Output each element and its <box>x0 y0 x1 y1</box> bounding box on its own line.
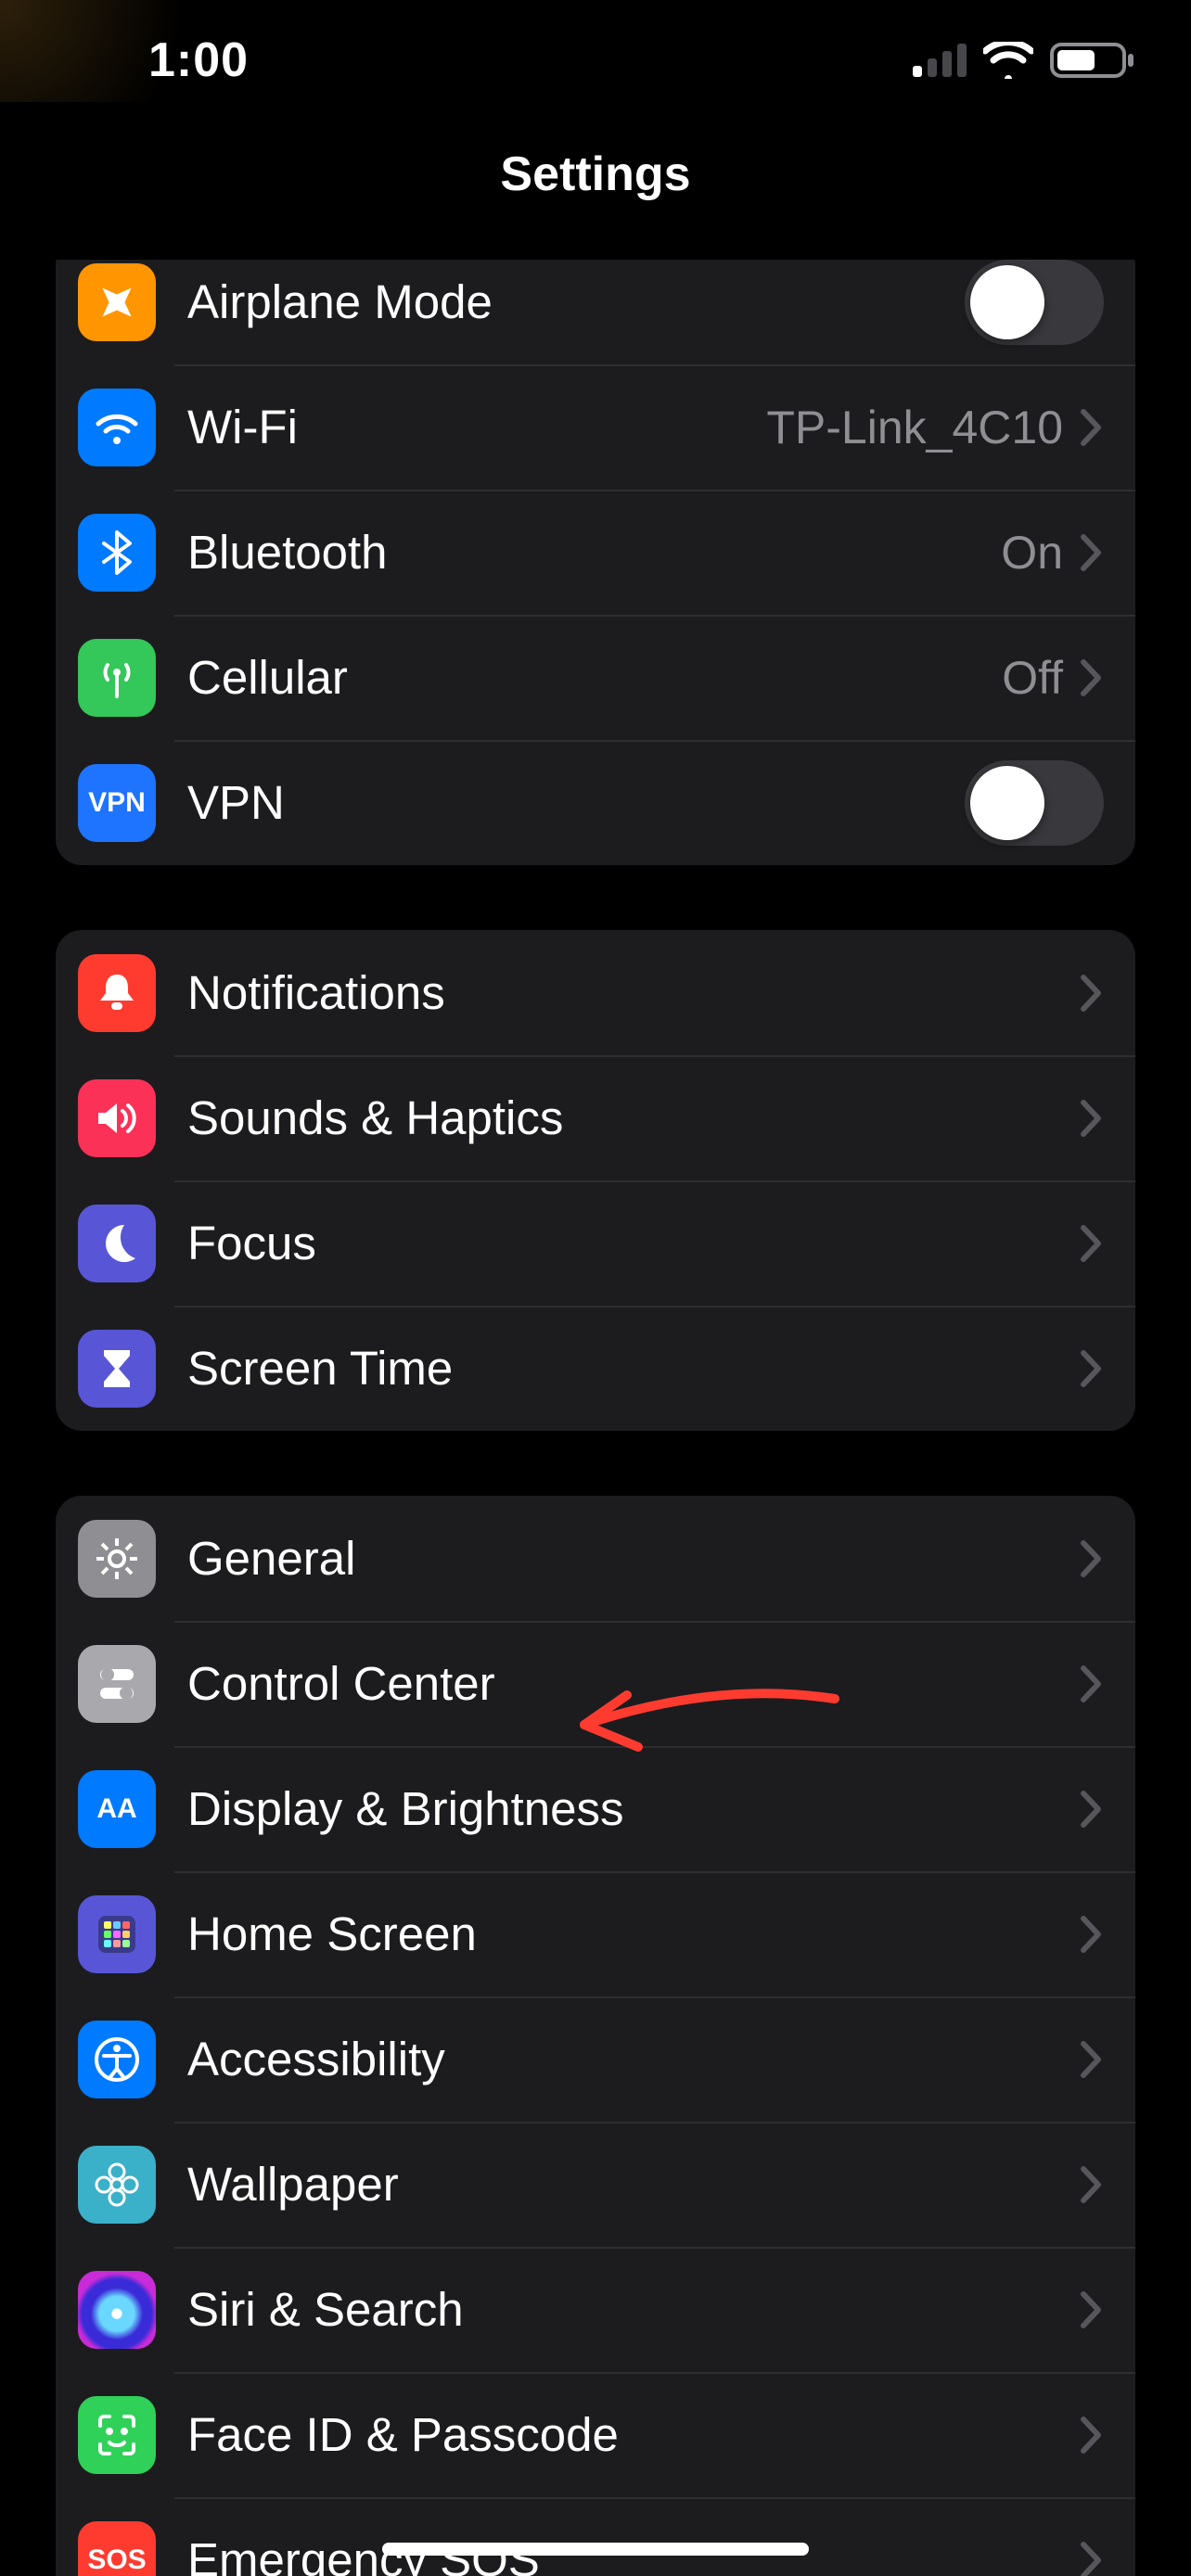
grid-icon <box>78 1895 156 1973</box>
chevron-right-icon <box>1078 1790 1104 1829</box>
bluetooth-icon <box>78 514 156 592</box>
nav-bar: Settings <box>0 121 1191 260</box>
settings-section-general: General Control Center AA Display & Brightn… <box>56 1496 1135 2576</box>
textsize-icon: AA <box>78 1770 156 1848</box>
siri-icon <box>78 2271 156 2349</box>
cellular-icon <box>913 44 967 77</box>
settings-row-focus[interactable]: Focus <box>56 1180 1135 1306</box>
flower-icon <box>78 2146 156 2224</box>
toggle-switch[interactable] <box>965 760 1104 846</box>
row-label: Bluetooth <box>187 525 1001 580</box>
settings-row-sos[interactable]: SOSEmergency SOS <box>56 2497 1135 2576</box>
settings-row-wallpaper[interactable]: Wallpaper <box>56 2122 1135 2247</box>
settings-row-controlcenter[interactable]: Control Center <box>56 1621 1135 1746</box>
row-label: Wi-Fi <box>187 400 766 454</box>
page-title: Settings <box>500 147 690 202</box>
row-label: Focus <box>187 1216 1078 1270</box>
row-label: Siri & Search <box>187 2282 1078 2337</box>
settings-row-screentime[interactable]: Screen Time <box>56 1306 1135 1431</box>
bell-icon <box>78 954 156 1032</box>
vpn-icon: VPN <box>78 764 156 842</box>
row-value: Off <box>1002 651 1063 705</box>
chevron-right-icon <box>1078 1915 1104 1954</box>
row-label: Home Screen <box>187 1906 1078 1961</box>
settings-section-alerts: Notifications Sounds & Haptics Focus Screen… <box>56 930 1135 1431</box>
settings-row-bluetooth[interactable]: BluetoothOn <box>56 490 1135 615</box>
toggles-icon <box>78 1645 156 1723</box>
battery-icon <box>1050 41 1135 80</box>
status-bar: 1:00 <box>0 0 1191 121</box>
speaker-icon <box>78 1079 156 1157</box>
settings-row-general[interactable]: General <box>56 1496 1135 1621</box>
chevron-right-icon <box>1078 2541 1104 2576</box>
row-label: Cellular <box>187 650 1002 705</box>
chevron-right-icon <box>1078 974 1104 1013</box>
hourglass-icon <box>78 1330 156 1408</box>
row-label: Airplane Mode <box>187 274 965 329</box>
row-label: Face ID & Passcode <box>187 2407 1078 2462</box>
settings-row-cellular[interactable]: CellularOff <box>56 615 1135 740</box>
settings-row-faceid[interactable]: Face ID & Passcode <box>56 2372 1135 2497</box>
chevron-right-icon <box>1078 2040 1104 2079</box>
chevron-right-icon <box>1078 658 1104 697</box>
faceid-icon <box>78 2396 156 2474</box>
home-indicator <box>382 2543 809 2556</box>
status-time: 1:00 <box>148 32 249 88</box>
settings-section-connectivity: Airplane ModeWi-FiTP-Link_4C10BluetoothO… <box>56 260 1135 865</box>
toggle-switch[interactable] <box>965 260 1104 345</box>
row-label: Display & Brightness <box>187 1781 1078 1836</box>
chevron-right-icon <box>1078 1539 1104 1578</box>
settings-row-accessibility[interactable]: Accessibility <box>56 1996 1135 2122</box>
settings-row-notifications[interactable]: Notifications <box>56 930 1135 1055</box>
row-label: Notifications <box>187 965 1078 1020</box>
row-label: VPN <box>187 775 965 830</box>
chevron-right-icon <box>1078 2416 1104 2455</box>
row-label: Screen Time <box>187 1341 1078 1396</box>
chevron-right-icon <box>1078 1664 1104 1703</box>
row-label: General <box>187 1531 1078 1586</box>
row-label: Sounds & Haptics <box>187 1090 1078 1145</box>
settings-row-airplane[interactable]: Airplane Mode <box>56 260 1135 364</box>
settings-row-vpn[interactable]: VPN VPN <box>56 740 1135 865</box>
settings-row-wifi[interactable]: Wi-FiTP-Link_4C10 <box>56 364 1135 490</box>
gear-icon <box>78 1520 156 1598</box>
chevron-right-icon <box>1078 2290 1104 2329</box>
moon-icon <box>78 1205 156 1282</box>
settings-row-sounds[interactable]: Sounds & Haptics <box>56 1055 1135 1180</box>
airplane-icon <box>78 263 156 341</box>
row-value: TP-Link_4C10 <box>766 401 1063 454</box>
wifi-icon <box>78 389 156 466</box>
settings-row-homescreen[interactable]: Home Screen <box>56 1871 1135 1996</box>
chevron-right-icon <box>1078 2165 1104 2204</box>
row-value: On <box>1001 526 1063 580</box>
accessibility-icon <box>78 2021 156 2098</box>
chevron-right-icon <box>1078 1349 1104 1388</box>
chevron-right-icon <box>1078 533 1104 572</box>
chevron-right-icon <box>1078 1099 1104 1138</box>
sos-icon: SOS <box>78 2521 156 2576</box>
settings-row-siri[interactable]: Siri & Search <box>56 2247 1135 2372</box>
chevron-right-icon <box>1078 408 1104 447</box>
row-label: Wallpaper <box>187 2157 1078 2212</box>
wifi-status-icon <box>983 42 1033 79</box>
settings-scroll[interactable]: Airplane ModeWi-FiTP-Link_4C10BluetoothO… <box>0 260 1191 2576</box>
row-label: Control Center <box>187 1656 1078 1711</box>
antenna-icon <box>78 639 156 717</box>
settings-row-display[interactable]: AA Display & Brightness <box>56 1746 1135 1871</box>
chevron-right-icon <box>1078 1224 1104 1263</box>
row-label: Accessibility <box>187 2032 1078 2086</box>
status-indicators <box>913 41 1135 80</box>
